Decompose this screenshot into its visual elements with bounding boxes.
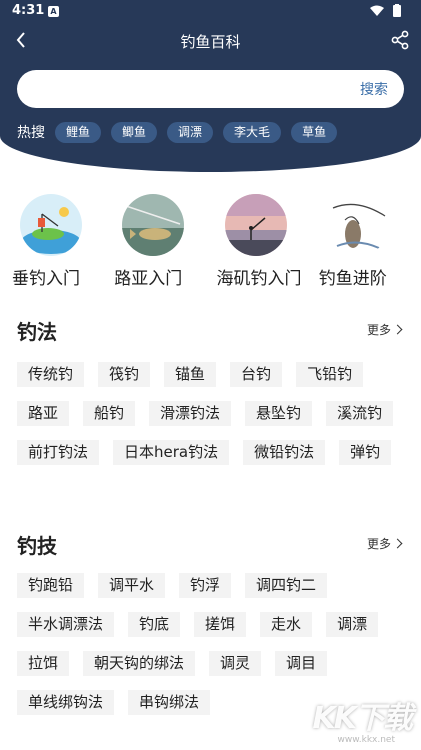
tag-item[interactable]: 半水调漂法: [17, 612, 115, 637]
hot-search-label: 热搜: [17, 125, 45, 141]
hot-search-row: 热搜 鲤鱼 鲫鱼 调漂 李大毛 草鱼: [17, 121, 347, 143]
fishing-methods-tags: 传统钓 筏钓 锚鱼 台钓 飞铅钓 路亚 船钓 滑漂钓法 悬坠钓 溪流钓 前打钓法…: [17, 362, 412, 479]
category-label: 钓鱼进阶: [318, 269, 387, 289]
watermark: KK下载 www.kkx.net: [297, 693, 415, 747]
tag-item[interactable]: 搓饵: [194, 612, 247, 637]
tag-item[interactable]: 悬坠钓: [245, 401, 313, 426]
tag-item[interactable]: 前打钓法: [17, 440, 100, 465]
section-title-fishing-methods: 钓法: [17, 320, 57, 344]
tag-item[interactable]: 调平水: [98, 573, 166, 598]
tag-item[interactable]: 微铅钓法: [243, 440, 326, 465]
hot-search-chip[interactable]: 鲫鱼: [111, 121, 158, 143]
more-label: 更多: [366, 323, 391, 337]
category-label: 路亚入门: [114, 269, 183, 289]
search-box: 搜索: [17, 70, 404, 108]
tag-item[interactable]: 传统钓: [17, 362, 85, 387]
hot-search-chip[interactable]: 鲤鱼: [55, 121, 102, 143]
chevron-right-icon: [392, 538, 403, 549]
tag-item[interactable]: 锚鱼: [164, 362, 217, 387]
status-time: 4:31: [12, 3, 45, 18]
category-fishing-basics[interactable]: 垂钓入门: [12, 194, 114, 294]
hot-search-chip[interactable]: 李大毛: [223, 121, 282, 143]
category-sea-rock-fishing[interactable]: 海矶钓入门: [217, 194, 319, 294]
more-link-fishing-skills[interactable]: 更多: [366, 535, 403, 552]
tag-item[interactable]: 钓浮: [179, 573, 232, 598]
section-title-fishing-skills: 钓技: [17, 534, 57, 558]
tag-item[interactable]: 拉饵: [17, 651, 70, 676]
watermark-url: www.kkx.net: [337, 735, 396, 745]
tag-item[interactable]: 调漂: [326, 612, 379, 637]
tag-item[interactable]: 朝天钩的绑法: [83, 651, 196, 676]
more-label: 更多: [366, 537, 391, 551]
search-input[interactable]: [31, 78, 331, 100]
more-link-fishing-methods[interactable]: 更多: [366, 321, 403, 338]
share-icon[interactable]: [389, 29, 411, 51]
lure-fishing-image: [122, 194, 185, 256]
hot-search-chip[interactable]: 调漂: [167, 121, 214, 143]
category-label: 海矶钓入门: [216, 269, 302, 289]
tag-item[interactable]: 溪流钓: [326, 401, 394, 426]
notification-icon: A: [48, 6, 59, 17]
tag-item[interactable]: 日本hera钓法: [113, 440, 230, 465]
page-title: 钓鱼百科: [180, 33, 241, 51]
wifi-battery-icon: [370, 4, 401, 17]
tag-item[interactable]: 调四钓二: [245, 573, 328, 598]
title-bar: 钓鱼百科: [0, 26, 421, 56]
tag-item[interactable]: 路亚: [17, 401, 70, 426]
search-button[interactable]: 搜索: [360, 79, 388, 99]
tag-item[interactable]: 飞铅钓: [296, 362, 364, 387]
category-row: 垂钓入门 路亚入门 海矶钓入门 钓鱼进阶: [12, 194, 421, 294]
category-label: 垂钓入门: [12, 269, 80, 289]
category-advanced-fishing[interactable]: 钓鱼进阶: [319, 194, 421, 294]
status-icons: [369, 4, 409, 22]
tag-item[interactable]: 船钓: [83, 401, 136, 426]
tag-item[interactable]: 台钓: [230, 362, 283, 387]
advanced-fishing-image: [326, 194, 389, 256]
tag-item[interactable]: 滑漂钓法: [149, 401, 232, 426]
tag-item[interactable]: 调目: [275, 651, 328, 676]
category-lure-fishing[interactable]: 路亚入门: [114, 194, 216, 294]
tag-item[interactable]: 筏钓: [98, 362, 151, 387]
hot-search-chip[interactable]: 草鱼: [291, 121, 338, 143]
tag-item[interactable]: 钓底: [128, 612, 181, 637]
tag-item[interactable]: 单线绑钩法: [17, 690, 115, 715]
tag-item[interactable]: 走水: [260, 612, 313, 637]
watermark-logo: KK下载: [312, 701, 413, 736]
chevron-right-icon: [392, 324, 403, 335]
tag-item[interactable]: 弹钓: [339, 440, 392, 465]
tag-item[interactable]: 串钩绑法: [128, 690, 211, 715]
fishing-basics-image: [20, 194, 82, 256]
status-bar: 4:31 A: [0, 0, 421, 24]
sea-rock-fishing-image: [224, 194, 287, 256]
tag-item[interactable]: 调灵: [209, 651, 262, 676]
tag-item[interactable]: 钓跑铅: [17, 573, 85, 598]
